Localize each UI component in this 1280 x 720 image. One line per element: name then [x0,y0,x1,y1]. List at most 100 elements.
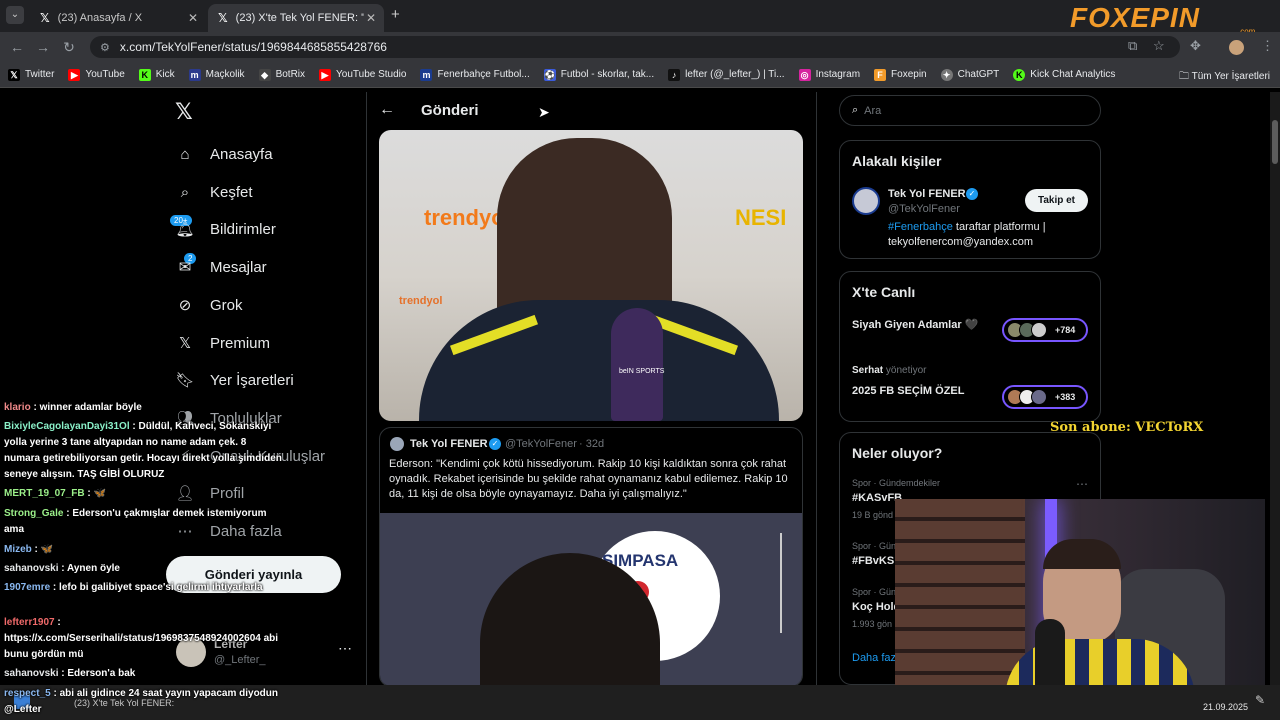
verified-icon: ✓ [966,188,978,200]
bookmark-icon: 🔖︎ [175,372,195,389]
nav-home[interactable]: ⌂ Anasayfa [174,143,272,165]
bookmark-instagram[interactable]: ◎ Instagram [798,68,860,81]
close-icon[interactable]: ✕ [188,11,198,25]
show-more-link[interactable]: Daha faz [852,652,896,664]
bookmark-chatgpt[interactable]: ✦ ChatGPT [940,68,999,81]
live-card: X'te Canlı Siyah Giyen Adamlar 🖤 +784 Se… [839,271,1101,422]
x-logo-icon[interactable]: 𝕏 [175,100,193,125]
notification-icon[interactable]: ✎ [1255,693,1265,707]
x-logo-icon: 𝕏 [178,334,192,352]
site-info-icon[interactable]: ⚙ [100,41,110,54]
bookmark-foxepin[interactable]: F Foxepin [874,68,927,81]
url-text: x.com/TekYolFener/status/196984468585542… [119,40,387,54]
streamer-hair [1043,539,1121,569]
search-input[interactable]: ⌕ Ara [839,95,1101,126]
league-logo: trendyol [399,295,443,307]
extensions-icon[interactable]: ✥ [1190,38,1201,54]
trend-name[interactable]: #FBvKS [852,555,894,567]
related-name[interactable]: Tek Yol FENER [888,188,966,200]
microphone [611,308,663,421]
bookmark-youtube-studio[interactable]: ▶ YouTube Studio [319,68,406,81]
bookmark-kick-analytics[interactable]: K Kick Chat Analytics [1013,68,1115,81]
kick-analytics-icon: K [1013,68,1026,81]
quoted-text: Ederson: "Kendimi çok kötü hissediyorum.… [389,458,788,500]
reload-icon[interactable]: ↻ [56,39,82,56]
back-icon[interactable]: ← [4,39,30,55]
post-media-image[interactable]: trendyo NESI trendyol beIN SPORTS [379,130,803,421]
chat-message: Mizeb : 🦋 [4,544,54,555]
bookmark-kick[interactable]: K Kick [138,68,175,81]
cast-icon[interactable]: ⧉ [1128,38,1137,54]
verified-icon: ✓ [489,438,501,450]
tab-title: (23) Anasayfa / X [57,12,143,24]
nav-notifications[interactable]: 🔔︎ Bildirimler [174,218,275,240]
instagram-icon: ◎ [798,68,811,81]
account-menu-icon[interactable]: ⋯ [338,640,352,657]
avatar[interactable] [852,187,880,215]
quoted-media-image[interactable]: SIMPASA [380,513,802,686]
trend-count: 19 B gönd [852,510,894,520]
forward-icon[interactable]: → [30,39,56,55]
nav-explore[interactable]: ⌕ Keşfet [174,181,253,203]
nav-premium[interactable]: 𝕏 Premium [174,332,270,354]
live-listeners[interactable]: +784 [1002,318,1088,342]
scrollbar-thumb[interactable] [1272,120,1278,164]
last-subscriber-label: Son abone: VECToRX [1050,420,1204,435]
bookmark-fenerbahce[interactable]: m Fenerbahçe Futbol... [420,68,530,81]
nav-bookmarks[interactable]: 🔖︎ Yer İşaretleri [174,369,293,391]
bookmark-twitter[interactable]: 𝕏 Twitter [8,68,54,81]
quoted-post[interactable]: Tek Yol FENER ✓ @TekYolFener · 32d Eders… [379,427,803,687]
all-bookmarks[interactable]: 🗀 Tüm Yer İşaretleri [1179,69,1270,86]
trend-count: 1.993 gön [852,619,893,629]
foxepin-icon: F [874,68,887,81]
bookmark-botrix[interactable]: ◆ BotRix [258,68,305,81]
bookmark-youtube[interactable]: ▶ YouTube [68,68,125,81]
address-bar[interactable]: ⚙ x.com/TekYolFener/status/1969844685855… [90,36,1180,58]
bookmark-star-icon[interactable]: ☆ [1153,38,1165,54]
profile-avatar[interactable] [1229,40,1244,55]
live-listeners[interactable]: +383 [1002,385,1088,409]
menu-icon[interactable]: ⋮ [1261,38,1274,54]
live-space-title[interactable]: 2025 FB SEÇİM ÖZEL [852,385,964,397]
avatar [1031,322,1047,338]
new-tab-button[interactable]: + [391,6,400,23]
mail-icon: ✉ [178,259,192,276]
bookmark-tiktok[interactable]: ♪ lefter (@_lefter_) | Ti... [668,68,785,81]
tab-search-button[interactable]: ⌄ [6,6,24,24]
live-space-title[interactable]: Siyah Giyen Adamlar 🖤 [852,318,992,331]
trend-meta: Spor · Gün [852,587,897,597]
chat-message: MERT_19_07_FB : 🦋 [4,488,106,499]
avatar [1031,389,1047,405]
trend-name[interactable]: Koç Hold [852,601,900,613]
live-host: Serhat yönetiyor [852,365,927,376]
close-icon[interactable]: ✕ [366,11,376,25]
scrollbar[interactable] [1270,92,1280,685]
related-bio: #Fenerbahçe taraftar platformu | tekyolf… [888,221,1046,248]
x-logo-icon: 𝕏 [8,68,20,81]
chat-message: 1907emre : lefo bi galibiyet space'si ge… [4,582,263,593]
chat-message: lefterr1907 : https://x.com/Serserihali/… [4,617,279,660]
bookmark-mackolik[interactable]: m Maçkolik [188,68,245,81]
foxepin-logo: FOXEPIN [1070,2,1200,33]
avatar [390,437,404,451]
webcam-feed [895,499,1265,704]
related-handle: @TekYolFener [888,203,960,215]
chat-message: respect_5 : abi ali gidince 24 saat yayı… [4,688,279,715]
quoted-handle: @TekYolFener [505,438,577,450]
bookshelf [895,499,1025,704]
x-logo-icon: 𝕏 [218,11,228,25]
follow-button[interactable]: Takip et [1024,189,1088,212]
more-icon[interactable]: ⋯ [1076,477,1088,491]
grok-icon: ⊘ [178,297,192,314]
home-icon: ⌂ [180,145,190,163]
nav-grok[interactable]: ⊘ Grok [174,294,243,316]
nav-messages[interactable]: ✉ Mesajlar [174,256,267,278]
quoted-time: · 32d [579,438,605,450]
tab-home[interactable]: 𝕏 (23) Anasayfa / X ✕ [30,4,206,32]
back-arrow-icon[interactable]: ← [379,101,395,119]
folder-icon: 🗀 [1179,71,1192,82]
tab-post[interactable]: 𝕏 (23) X'te Tek Yol FENER: "Nelso ✕ [208,4,384,32]
bookmark-futbol[interactable]: ⚽ Futbol - skorlar, tak... [543,68,654,81]
mackolik-icon: m [188,68,201,81]
taskbar-date: 21.09.2025 [1203,702,1249,712]
